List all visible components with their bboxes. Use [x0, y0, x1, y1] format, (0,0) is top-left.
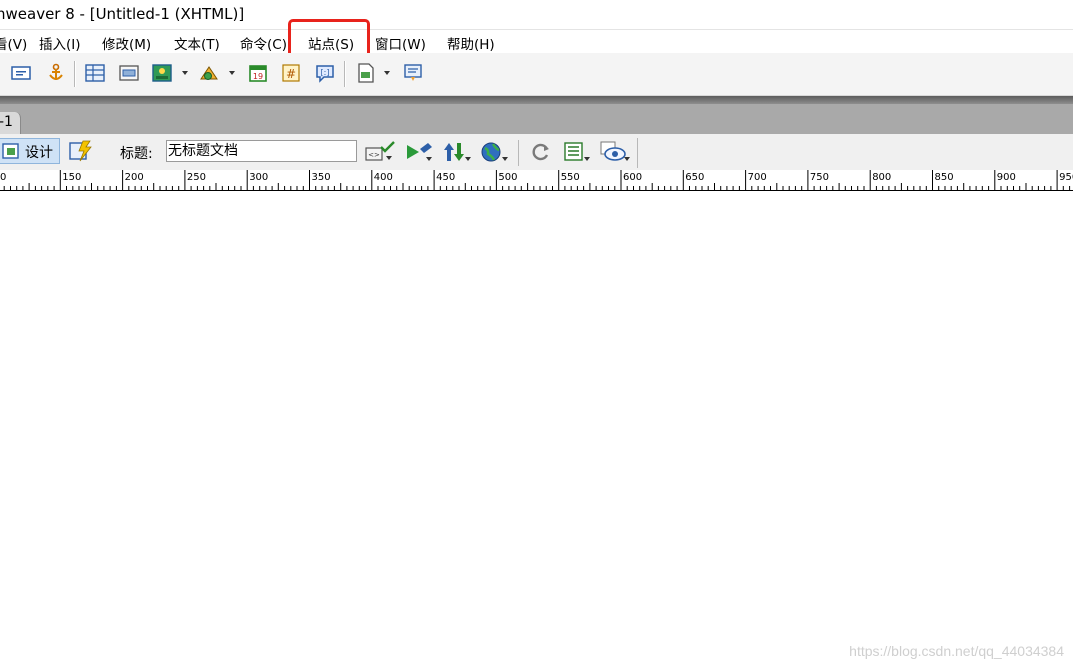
insert-toolbar: 19 # [:]	[0, 53, 1073, 96]
ruler-label: 450	[436, 172, 455, 183]
ruler-label: 350	[312, 172, 331, 183]
menu-help[interactable]: 帮助(H)	[447, 33, 495, 53]
ruler-ticks: 0 150 200 250 300 350 400 450 500 550 600 650 700 750…	[0, 170, 1073, 190]
svg-text:<>: <>	[368, 151, 380, 159]
page-title-label: 标题:	[120, 146, 153, 162]
ruler-label: 0	[0, 172, 6, 183]
design-view-button[interactable]: 设计	[0, 138, 60, 164]
image-dropdown-icon[interactable]	[182, 71, 188, 75]
document-tab[interactable]: -1	[0, 112, 21, 134]
ruler-label: 900	[997, 172, 1016, 183]
document-toolbar: 设计 标题: 无标题文档 <>	[0, 134, 1073, 171]
layer-icon[interactable]	[119, 63, 139, 83]
ruler-label: 300	[249, 172, 268, 183]
view-options-icon[interactable]	[564, 141, 592, 163]
ruler-label: 200	[125, 172, 144, 183]
template-dropdown-icon[interactable]	[384, 71, 390, 75]
document-tab-label: -1	[0, 114, 13, 130]
ruler-label: 600	[623, 172, 642, 183]
design-view-label: 设计	[25, 145, 53, 161]
tag-chooser-2-icon[interactable]	[403, 63, 423, 83]
window-title: nweaver 8 - [Untitled-1 (XHTML)]	[0, 5, 245, 23]
image-icon[interactable]	[152, 63, 172, 83]
file-management-icon[interactable]	[442, 141, 472, 163]
template-icon[interactable]	[356, 63, 376, 83]
ruler-label: 800	[872, 172, 891, 183]
ruler-label: 550	[561, 172, 580, 183]
page-title-input[interactable]: 无标题文档	[166, 140, 357, 162]
media-icon[interactable]	[199, 63, 219, 83]
svg-text:#: #	[286, 67, 296, 81]
validate-markup-icon[interactable]: <>	[365, 141, 397, 163]
toolbar-separator	[74, 61, 76, 87]
preview-browser-icon[interactable]	[480, 141, 510, 163]
tag-chooser-icon[interactable]: [:]	[315, 63, 335, 83]
ruler-label: 150	[62, 172, 81, 183]
menu-bar: 看(V) 插入(I) 修改(M) 文本(T) 命令(C) 站点(S) 窗口(W)…	[0, 29, 1073, 54]
live-data-view-icon[interactable]	[69, 140, 93, 162]
ruler-label: 500	[498, 172, 517, 183]
refresh-icon[interactable]	[531, 142, 551, 162]
table-icon[interactable]	[85, 63, 105, 83]
document-tab-strip: -1	[0, 104, 1073, 134]
ruler-label: 850	[935, 172, 954, 183]
menu-commands[interactable]: 命令(C)	[240, 33, 287, 53]
watermark-text: https://blog.csdn.net/qq_44034384	[849, 643, 1064, 659]
ruler-label: 950	[1059, 172, 1073, 183]
visual-aids-icon[interactable]	[600, 141, 632, 163]
horizontal-ruler: 0 150 200 250 300 350 400 450 500 550 600 650 700 750…	[0, 170, 1073, 191]
menu-window[interactable]: 窗口(W)	[375, 33, 426, 53]
menu-text[interactable]: 文本(T)	[174, 33, 220, 53]
ruler-label: 400	[374, 172, 393, 183]
ruler-label: 650	[685, 172, 704, 183]
panel-divider	[0, 96, 1073, 104]
browser-compat-icon[interactable]	[405, 141, 435, 163]
toolbar-separator	[518, 140, 519, 166]
menu-view[interactable]: 看(V)	[0, 33, 27, 53]
comment-icon[interactable]: #	[281, 63, 301, 83]
svg-text:[:]: [:]	[321, 68, 330, 77]
menu-insert[interactable]: 插入(I)	[39, 33, 81, 53]
ruler-label: 700	[748, 172, 767, 183]
toolbar-separator	[637, 138, 638, 168]
design-canvas[interactable]: https://blog.csdn.net/qq_44034384	[0, 191, 1073, 668]
date-icon[interactable]: 19	[248, 63, 268, 83]
ruler-label: 750	[810, 172, 829, 183]
svg-text:19: 19	[253, 72, 263, 81]
design-view-icon	[2, 143, 19, 159]
named-anchor-icon[interactable]	[46, 63, 66, 83]
ruler-label: 250	[187, 172, 206, 183]
menu-modify[interactable]: 修改(M)	[102, 33, 151, 53]
toolbar-separator	[344, 61, 346, 87]
email-link-icon[interactable]	[11, 63, 31, 83]
media-dropdown-icon[interactable]	[229, 71, 235, 75]
title-bar: nweaver 8 - [Untitled-1 (XHTML)]	[0, 0, 1073, 29]
